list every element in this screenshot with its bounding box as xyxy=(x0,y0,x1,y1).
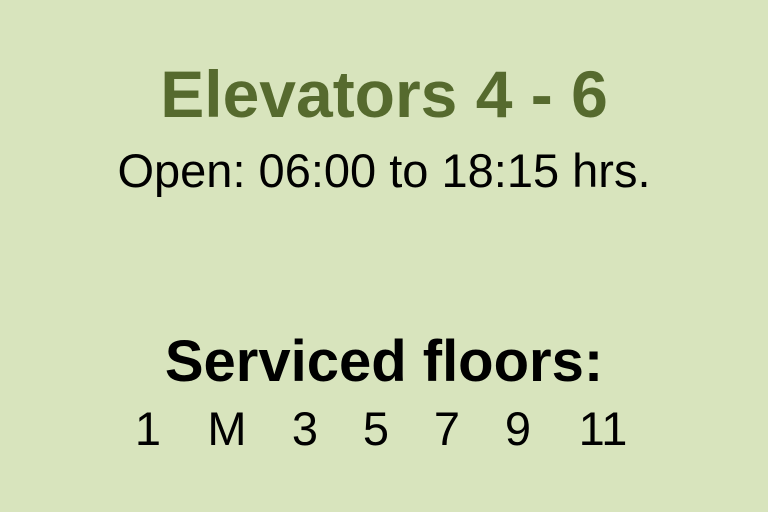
floor-5: 5 xyxy=(362,402,390,455)
floor-m: M xyxy=(207,402,247,455)
elevator-title: Elevators 4 - 6 xyxy=(160,57,608,131)
serviced-floors-list: 1 M 3 5 7 9 11 xyxy=(0,400,768,460)
serviced-floors-heading: Serviced floors: xyxy=(164,329,604,394)
floor-11: 11 xyxy=(578,402,628,455)
floor-9: 9 xyxy=(504,402,532,455)
floor-7: 7 xyxy=(433,402,461,455)
floor-1: 1 xyxy=(134,402,162,455)
opening-hours: Open: 06:00 to 18:15 hrs. xyxy=(117,144,651,197)
elevator-sign: Elevators 4 - 6 Open: 06:00 to 18:15 hrs… xyxy=(0,0,768,512)
floor-3: 3 xyxy=(291,402,319,455)
